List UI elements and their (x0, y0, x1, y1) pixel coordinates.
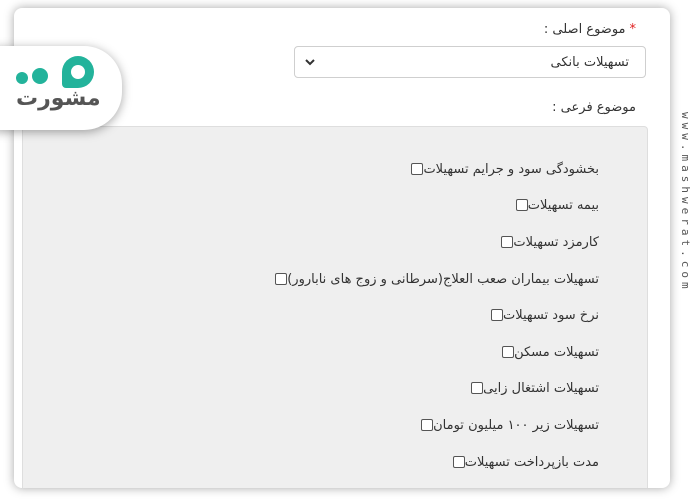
option-label: تسهیلات مسکن (514, 344, 599, 360)
option-label: نرخ سود تسهیلات (503, 307, 599, 323)
option-label: مدت بازپرداخت تسهیلات (464, 454, 599, 470)
checkbox[interactable] (501, 236, 514, 248)
list-item[interactable]: بخشودگی سود و جرایم تسهیلات (399, 159, 599, 179)
logo-text: مشورت (16, 86, 101, 111)
main-topic-label-row: *موضوع اصلی : (544, 22, 636, 37)
list-item[interactable]: تسهیلات بیماران صعب العلاج(سرطانی و زوج … (263, 269, 599, 289)
main-topic-label: موضوع اصلی : (543, 22, 626, 37)
main-topic-select[interactable]: تسهیلات بانکی (294, 46, 646, 78)
option-label: تسهیلات زیر ۱۰۰ میلیون تومان (433, 417, 599, 433)
checkbox[interactable] (515, 199, 528, 211)
logo-dot-medium (32, 68, 48, 84)
option-label: بخشودگی سود و جرایم تسهیلات (423, 161, 599, 177)
option-label: تسهیلات بیماران صعب العلاج(سرطانی و زوج … (287, 271, 599, 287)
list-item[interactable]: تسهیلات اشتغال زایی (459, 378, 599, 398)
list-item[interactable]: تسهیلات زیر ۱۰۰ میلیون تومان (409, 415, 599, 435)
checkbox[interactable] (421, 419, 434, 431)
sub-topic-label: موضوع فرعی : (552, 100, 636, 115)
sub-topic-options-panel: بخشودگی سود و جرایم تسهیلات بیمه تسهیلات… (22, 126, 648, 488)
option-label: تسهیلات اشتغال زایی (483, 380, 599, 396)
checkbox[interactable] (471, 382, 484, 394)
checkbox[interactable] (275, 273, 288, 285)
list-item[interactable]: مدت بازپرداخت تسهیلات (441, 452, 599, 472)
checkbox[interactable] (491, 309, 504, 321)
chevron-down-icon (305, 59, 315, 66)
checkbox[interactable] (502, 346, 515, 358)
list-item[interactable]: کارمزد تسهیلات (489, 232, 599, 252)
watermark-url: www.mashwerat.com (679, 112, 692, 293)
checkbox[interactable] (411, 163, 424, 175)
required-asterisk: * (629, 22, 637, 37)
checkbox[interactable] (452, 456, 465, 468)
option-label: بیمه تسهیلات (527, 197, 599, 213)
main-topic-select-value: تسهیلات بانکی (550, 55, 629, 70)
logo-bubble-icon (62, 56, 94, 88)
list-item[interactable]: نرخ سود تسهیلات (479, 305, 599, 325)
logo-dot-small (16, 72, 28, 84)
list-item[interactable]: بیمه تسهیلات (504, 195, 599, 215)
list-item[interactable]: تسهیلات مسکن (490, 342, 599, 362)
brand-logo: مشورت (0, 46, 122, 130)
option-label: کارمزد تسهیلات (513, 234, 599, 250)
